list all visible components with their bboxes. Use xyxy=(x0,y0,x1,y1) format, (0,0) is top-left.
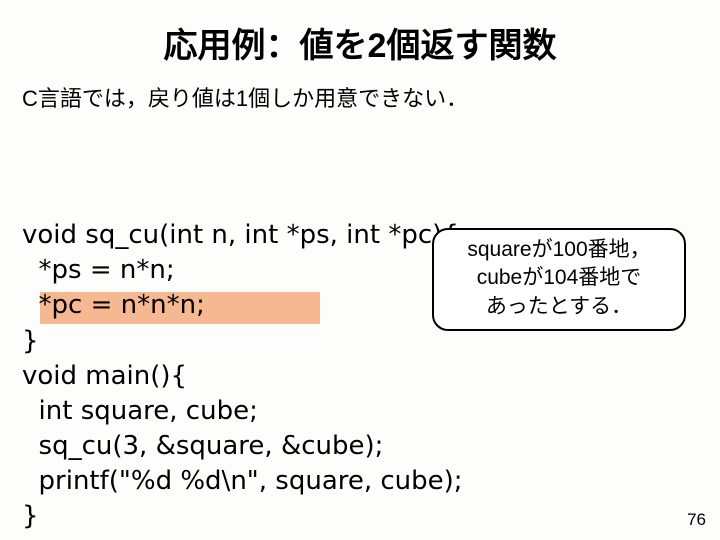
code-line-8: printf("%d %d\n", square, cube); xyxy=(22,466,463,496)
slide-title: 応用例：値を2個返す関数 xyxy=(0,0,720,73)
slide: 応用例：値を2個返す関数 C言語では，戻り値は1個しか用意できない． void … xyxy=(0,0,720,540)
code-line-6: int square, cube; xyxy=(22,396,258,426)
code-line-2: *ps = n*n; xyxy=(22,255,175,285)
code-line-3: *pc = n*n*n; xyxy=(22,290,205,320)
callout-line-3: あったとする． xyxy=(440,293,678,321)
code-line-9: } xyxy=(22,501,39,531)
code-line-5: void main(){ xyxy=(22,361,187,391)
code-line-1: void sq_cu(int n, int *ps, int *pc){ xyxy=(22,220,459,250)
callout-line-2: cubeが104番地で xyxy=(440,264,678,292)
intro-text: C言語では，戻り値は1個しか用意できない． xyxy=(0,73,720,113)
code-line-4: } xyxy=(22,326,39,356)
callout-bubble: squareが100番地， cubeが104番地で あったとする． xyxy=(432,228,686,331)
code-line-7: sq_cu(3, &square, &cube); xyxy=(22,431,383,461)
callout-line-1: squareが100番地， xyxy=(440,236,678,264)
